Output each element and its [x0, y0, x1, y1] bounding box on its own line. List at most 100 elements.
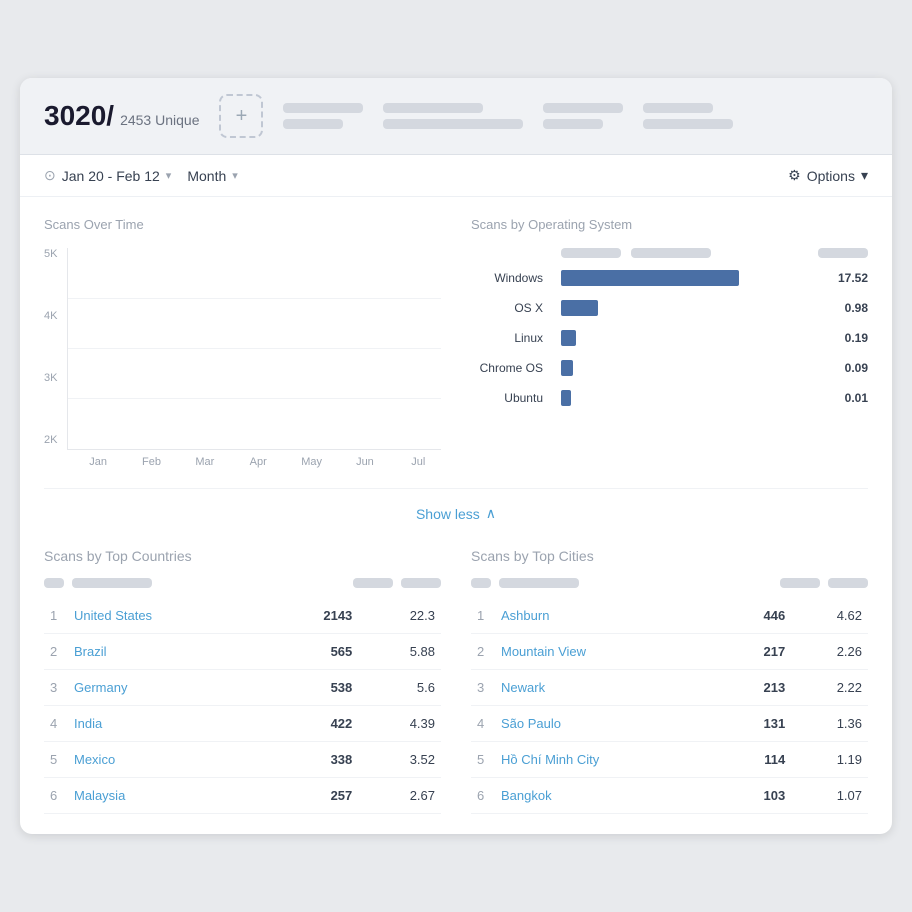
- os-name-osx: OS X: [471, 301, 551, 315]
- show-less-button[interactable]: Show less ∧: [416, 505, 496, 522]
- date-range-dropdown[interactable]: ⊙ Jan 20 - Feb 12 ▾: [44, 167, 171, 184]
- os-name-chromeos: Chrome OS: [471, 361, 551, 375]
- pct-cell: 22.3: [358, 598, 441, 634]
- table-row: 4 India 422 4.39: [44, 705, 441, 741]
- col-sk: [44, 578, 64, 588]
- count-cell: 103: [722, 777, 791, 813]
- rank-cell: 1: [44, 598, 68, 634]
- os-row-windows: Windows 17.52: [471, 270, 868, 286]
- os-chart: Windows 17.52 OS X 0.98 Li: [471, 248, 868, 406]
- skeleton-group-1: [283, 103, 363, 129]
- table-row: 5 Hồ Chí Minh City 114 1.19: [471, 741, 868, 777]
- options-button[interactable]: ⚙ Options ▾: [788, 167, 868, 184]
- os-bar-windows: [561, 270, 739, 286]
- os-bar-container: [561, 330, 808, 346]
- countries-col-headers: [44, 578, 441, 588]
- col-sk: [353, 578, 393, 588]
- pct-cell: 1.19: [791, 741, 868, 777]
- pct-cell: 5.88: [358, 633, 441, 669]
- scan-count: 3020/: [44, 100, 114, 132]
- count-cell: 446: [722, 598, 791, 634]
- col-sk: [828, 578, 868, 588]
- count-cell: 338: [268, 741, 359, 777]
- x-label-feb: Feb: [129, 456, 174, 468]
- period-dropdown[interactable]: Month ▾: [187, 168, 237, 184]
- country-name-cell: Brazil: [68, 633, 268, 669]
- y-label-3k: 3K: [44, 372, 57, 384]
- main-content: Scans Over Time 2K 3K 4K 5K: [20, 197, 892, 834]
- country-name-cell: Malaysia: [68, 777, 268, 813]
- country-name-cell: Mexico: [68, 741, 268, 777]
- x-label-jun: Jun: [342, 456, 387, 468]
- os-name-windows: Windows: [471, 271, 551, 285]
- count-cell: 2143: [268, 598, 359, 634]
- os-bar-chromeos: [561, 360, 573, 376]
- city-name-cell: Newark: [495, 669, 722, 705]
- skeleton: [283, 103, 363, 113]
- show-less-row: Show less ∧: [44, 488, 868, 548]
- col-sk: [780, 578, 820, 588]
- city-name-cell: Mountain View: [495, 633, 722, 669]
- os-bar-osx: [561, 300, 598, 316]
- clock-icon: ⊙: [44, 167, 56, 184]
- os-value-ubuntu: 0.01: [818, 391, 868, 405]
- os-value-windows: 17.52: [818, 271, 868, 285]
- table-row: 1 Ashburn 446 4.62: [471, 598, 868, 634]
- scans-over-time-title: Scans Over Time: [44, 217, 441, 232]
- table-row: 2 Mountain View 217 2.26: [471, 633, 868, 669]
- city-name-cell: Bangkok: [495, 777, 722, 813]
- x-labels: Jan Feb Mar Apr May Jun Jul: [67, 456, 441, 468]
- grid-line: [68, 398, 441, 399]
- y-label-4k: 4K: [44, 310, 57, 322]
- show-less-label: Show less: [416, 506, 480, 522]
- table-row: 3 Newark 213 2.22: [471, 669, 868, 705]
- skeleton-group-2: [383, 103, 523, 129]
- period-label: Month: [187, 168, 226, 184]
- x-label-jul: Jul: [396, 456, 441, 468]
- skeleton: [283, 119, 343, 129]
- os-skeleton: [631, 248, 711, 258]
- count-cell: 422: [268, 705, 359, 741]
- rank-cell: 1: [471, 598, 495, 634]
- pct-cell: 2.26: [791, 633, 868, 669]
- unique-count: 2453 Unique: [120, 112, 199, 128]
- chevron-down-icon: ▾: [861, 167, 868, 184]
- os-skeleton: [818, 248, 868, 258]
- chart-area: Jan Feb Mar Apr May Jun Jul: [67, 248, 441, 468]
- x-label-mar: Mar: [182, 456, 227, 468]
- rank-cell: 3: [44, 669, 68, 705]
- country-name-cell: United States: [68, 598, 268, 634]
- os-value-linux: 0.19: [818, 331, 868, 345]
- x-label-may: May: [289, 456, 334, 468]
- count-cell: 131: [722, 705, 791, 741]
- count-cell: 538: [268, 669, 359, 705]
- col-sk: [401, 578, 441, 588]
- table-row: 6 Bangkok 103 1.07: [471, 777, 868, 813]
- city-name-cell: Ashburn: [495, 598, 722, 634]
- table-row: 4 São Paulo 131 1.36: [471, 705, 868, 741]
- os-row-ubuntu: Ubuntu 0.01: [471, 390, 868, 406]
- table-row: 2 Brazil 565 5.88: [44, 633, 441, 669]
- os-chart-panel: Scans by Operating System Windows 17.52: [471, 217, 868, 468]
- os-row-osx: OS X 0.98: [471, 300, 868, 316]
- gear-icon: ⚙: [788, 167, 801, 184]
- os-bar-container: [561, 300, 808, 316]
- skeleton-group-3: [543, 103, 623, 129]
- grid-line: [68, 298, 441, 299]
- pct-cell: 1.36: [791, 705, 868, 741]
- header-main: 3020/ 2453 Unique: [44, 100, 199, 132]
- chevron-up-icon: ∧: [486, 505, 496, 522]
- skeleton-group-4: [643, 103, 733, 129]
- city-name-cell: São Paulo: [495, 705, 722, 741]
- charts-row: Scans Over Time 2K 3K 4K 5K: [44, 217, 868, 468]
- skeleton: [383, 103, 483, 113]
- rank-cell: 6: [471, 777, 495, 813]
- count-cell: 114: [722, 741, 791, 777]
- rank-cell: 2: [44, 633, 68, 669]
- chevron-down-icon: ▾: [166, 169, 172, 182]
- rank-cell: 2: [471, 633, 495, 669]
- x-label-jan: Jan: [75, 456, 120, 468]
- add-button[interactable]: +: [219, 94, 263, 138]
- header-skeletons: [283, 103, 868, 129]
- cities-col-headers: [471, 578, 868, 588]
